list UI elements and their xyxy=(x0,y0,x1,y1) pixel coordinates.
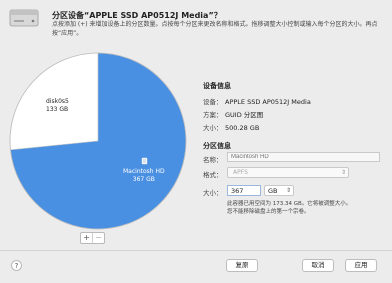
slice-label-disk0s5: disk0s5 133 GB xyxy=(46,98,69,113)
chevron-updown-icon: ⇕ xyxy=(340,169,346,176)
partition-size-input[interactable]: 367 xyxy=(227,185,261,196)
add-partition-button[interactable]: + xyxy=(81,233,92,243)
slice-name: disk0s5 xyxy=(46,98,69,105)
size-unit-value: GB xyxy=(268,187,278,195)
revert-button[interactable]: 复原 xyxy=(226,259,258,272)
add-remove-partition-control: + − xyxy=(80,232,105,244)
partition-info-heading: 分区信息 xyxy=(203,142,231,150)
hard-drive-icon xyxy=(9,9,39,27)
partition-pie: disk0s5 133 GB Macintosh HD 367 GB xyxy=(2,50,194,232)
partition-drag-handle-icon[interactable] xyxy=(141,157,148,165)
scheme-key: 方案： xyxy=(203,111,223,119)
size-row: 大小： 500.28 GB xyxy=(203,122,259,132)
dialog-description: 点按添加 (+) 来增加设备上的分区数量。点按每个分区来更改名称和格式。拖移调整… xyxy=(52,21,382,38)
device-key: 设备： xyxy=(203,98,223,106)
device-row: 设备： APPLE SSD AP0512J Media xyxy=(203,96,311,106)
remove-partition-button[interactable]: − xyxy=(92,233,104,243)
scheme-value: GUID 分区图 xyxy=(225,111,264,119)
help-button[interactable]: ? xyxy=(11,260,22,271)
slice-size: 133 GB xyxy=(46,105,69,113)
name-label: 名称： xyxy=(203,156,223,164)
device-info-heading: 设备信息 xyxy=(203,82,231,90)
note-line-1: 此容器已用空间为 173.34 GB。它将被调整大小。 xyxy=(227,201,352,207)
chevron-updown-icon: ⇕ xyxy=(285,187,291,194)
pie-chart xyxy=(9,52,187,230)
format-select[interactable]: APFS ⇕ xyxy=(227,167,349,178)
device-value: APPLE SSD AP0512J Media xyxy=(225,98,311,106)
description-line-1: 点按添加 (+) 来增加设备上的分区数量。点按每个分区来更改名称和格式。拖移调整… xyxy=(52,21,378,28)
scheme-row: 方案： GUID 分区图 xyxy=(203,109,263,119)
partition-name-input[interactable] xyxy=(227,152,380,162)
description-line-2: 按“应用”。 xyxy=(52,29,83,37)
apply-button[interactable]: 应用 xyxy=(345,259,377,272)
partition-note: 此容器已用空间为 173.34 GB。它将被调整大小。 您不能移除磁盘上的第一个… xyxy=(227,201,387,216)
size-key: 大小： xyxy=(203,124,223,132)
format-label: 格式： xyxy=(203,171,223,179)
slice-label-macintosh-hd: Macintosh HD 367 GB xyxy=(123,168,165,183)
note-line-2: 您不能移除磁盘上的第一个宗卷。 xyxy=(227,208,310,215)
dialog-title: 分区设备“APPLE SSD AP0512J Media”？ xyxy=(52,11,222,20)
slice-name: Macintosh HD xyxy=(123,168,165,175)
format-value: APFS xyxy=(233,169,248,176)
cancel-button[interactable]: 取消 xyxy=(302,259,334,272)
size-label: 大小： xyxy=(203,189,223,197)
size-value: 500.28 GB xyxy=(225,124,260,132)
slice-size: 367 GB xyxy=(132,175,155,183)
size-unit-select[interactable]: GB ⇕ xyxy=(264,185,294,196)
partition-dialog: 分区设备“APPLE SSD AP0512J Media”？ 点按添加 (+) … xyxy=(0,0,392,283)
